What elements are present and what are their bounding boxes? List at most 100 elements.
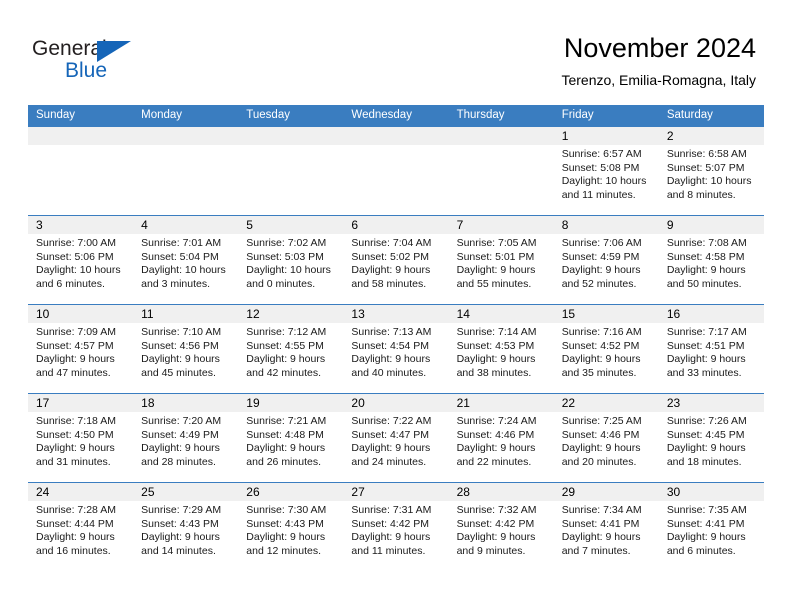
day-cell[interactable]: 12 Sunrise: 7:12 AM Sunset: 4:55 PM Dayl… [238, 305, 344, 393]
day-cell[interactable]: 25 Sunrise: 7:29 AM Sunset: 4:43 PM Dayl… [133, 483, 239, 571]
day-cell[interactable]: 28 Sunrise: 7:32 AM Sunset: 4:42 PM Dayl… [448, 483, 554, 571]
day-cell[interactable]: 29 Sunrise: 7:34 AM Sunset: 4:41 PM Dayl… [553, 483, 659, 571]
sunrise-text: Sunrise: 7:32 AM [456, 504, 537, 516]
daylight-text-line2: and 40 minutes. [351, 366, 427, 379]
calendar-week-row: 1 Sunrise: 6:57 AM Sunset: 5:08 PM Dayli… [28, 126, 764, 215]
day-cell[interactable]: 16 Sunrise: 7:17 AM Sunset: 4:51 PM Dayl… [658, 305, 764, 393]
daylight-text-line2: and 20 minutes. [561, 455, 637, 468]
day-cell[interactable]: 19 Sunrise: 7:21 AM Sunset: 4:48 PM Dayl… [238, 394, 344, 482]
sunset-text: Sunset: 4:46 PM [561, 428, 640, 441]
daylight-text-line1: Daylight: 9 hours [351, 442, 431, 454]
day-number: 9 [666, 218, 674, 232]
daylight-text-line2: and 24 minutes. [351, 455, 427, 468]
day-cell[interactable]: 2 Sunrise: 6:58 AM Sunset: 5:07 PM Dayli… [658, 127, 764, 215]
sunset-text: Sunset: 4:42 PM [351, 517, 430, 530]
day-cell[interactable]: 7 Sunrise: 7:05 AM Sunset: 5:01 PM Dayli… [448, 216, 554, 304]
daylight-text-line2: and 55 minutes. [456, 277, 532, 290]
day-cell[interactable]: 6 Sunrise: 7:04 AM Sunset: 5:02 PM Dayli… [343, 216, 449, 304]
day-cell[interactable]: 24 Sunrise: 7:28 AM Sunset: 4:44 PM Dayl… [28, 483, 134, 571]
day-cell[interactable]: 30 Sunrise: 7:35 AM Sunset: 4:41 PM Dayl… [658, 483, 764, 571]
calendar-week-row: 3 Sunrise: 7:00 AM Sunset: 5:06 PM Dayli… [28, 215, 764, 304]
day-cell[interactable]: 27 Sunrise: 7:31 AM Sunset: 4:42 PM Dayl… [343, 483, 449, 571]
daylight-text-line1: Daylight: 9 hours [561, 531, 641, 543]
weekday-header-thursday: Thursday [456, 109, 505, 121]
day-cell[interactable]: 10 Sunrise: 7:09 AM Sunset: 4:57 PM Dayl… [28, 305, 134, 393]
sunset-text: Sunset: 4:43 PM [141, 517, 219, 530]
daylight-text-line1: Daylight: 9 hours [351, 531, 431, 543]
sunset-text: Sunset: 5:08 PM [561, 161, 640, 174]
sunset-text: Sunset: 5:07 PM [666, 161, 745, 174]
day-number: 6 [351, 218, 359, 232]
daylight-text-line1: Daylight: 9 hours [666, 264, 746, 276]
daylight-text-line1: Daylight: 10 hours [36, 264, 121, 276]
calendar-grid: Sunday Monday Tuesday Wednesday Thursday… [28, 105, 764, 571]
day-cell[interactable]: 4 Sunrise: 7:01 AM Sunset: 5:04 PM Dayli… [133, 216, 239, 304]
weekday-header-tuesday: Tuesday [246, 109, 290, 121]
sunrise-text: Sunrise: 7:18 AM [36, 415, 116, 427]
day-number: 29 [561, 485, 576, 499]
sunset-text: Sunset: 4:44 PM [36, 517, 114, 530]
day-number: 27 [351, 485, 365, 499]
daylight-text-line1: Daylight: 10 hours [141, 264, 226, 276]
day-cell[interactable]: 9 Sunrise: 7:08 AM Sunset: 4:58 PM Dayli… [658, 216, 764, 304]
day-cell[interactable]: 5 Sunrise: 7:02 AM Sunset: 5:03 PM Dayli… [238, 216, 344, 304]
logo-text-blue: Blue [65, 59, 108, 82]
sunset-text: Sunset: 5:03 PM [246, 250, 324, 263]
day-number: 21 [456, 396, 470, 410]
daylight-text-line2: and 6 minutes. [666, 544, 736, 557]
sunset-text: Sunset: 4:49 PM [141, 428, 219, 441]
daylight-text-line2: and 9 minutes. [456, 544, 526, 557]
day-cell-empty [133, 127, 239, 215]
day-cell[interactable]: 15 Sunrise: 7:16 AM Sunset: 4:52 PM Dayl… [553, 305, 659, 393]
day-cell[interactable]: 1 Sunrise: 6:57 AM Sunset: 5:08 PM Dayli… [553, 127, 659, 215]
day-cell[interactable]: 14 Sunrise: 7:14 AM Sunset: 4:53 PM Dayl… [448, 305, 554, 393]
day-cell[interactable]: 23 Sunrise: 7:26 AM Sunset: 4:45 PM Dayl… [658, 394, 764, 482]
sunset-text: Sunset: 4:45 PM [666, 428, 745, 441]
sunset-text: Sunset: 5:01 PM [456, 250, 535, 263]
day-cell[interactable]: 26 Sunrise: 7:30 AM Sunset: 4:43 PM Dayl… [238, 483, 344, 571]
sunrise-text: Sunrise: 7:25 AM [561, 415, 642, 427]
generalblue-logo[interactable]: General Blue [32, 38, 152, 84]
daylight-text-line1: Daylight: 9 hours [456, 442, 536, 454]
day-cell[interactable]: 20 Sunrise: 7:22 AM Sunset: 4:47 PM Dayl… [343, 394, 449, 482]
day-number: 14 [456, 307, 470, 321]
day-cell[interactable]: 21 Sunrise: 7:24 AM Sunset: 4:46 PM Dayl… [448, 394, 554, 482]
sunset-text: Sunset: 4:58 PM [666, 250, 745, 263]
daylight-text-line1: Daylight: 9 hours [246, 442, 326, 454]
sunrise-text: Sunrise: 7:29 AM [141, 504, 222, 516]
daylight-text-line2: and 45 minutes. [141, 366, 216, 379]
day-cell[interactable]: 17 Sunrise: 7:18 AM Sunset: 4:50 PM Dayl… [28, 394, 134, 482]
daylight-text-line2: and 28 minutes. [141, 455, 216, 468]
sunset-text: Sunset: 4:48 PM [246, 428, 324, 441]
day-number: 3 [36, 218, 43, 232]
sunset-text: Sunset: 5:04 PM [141, 250, 219, 263]
sunset-text: Sunset: 4:59 PM [561, 250, 640, 263]
day-number: 15 [561, 307, 576, 321]
sunrise-text: Sunrise: 7:34 AM [561, 504, 642, 516]
day-number: 24 [36, 485, 50, 499]
daylight-text-line2: and 31 minutes. [36, 455, 111, 468]
day-cell[interactable]: 11 Sunrise: 7:10 AM Sunset: 4:56 PM Dayl… [133, 305, 239, 393]
daylight-text-line1: Daylight: 10 hours [246, 264, 331, 276]
day-cell[interactable]: 8 Sunrise: 7:06 AM Sunset: 4:59 PM Dayli… [553, 216, 659, 304]
day-cell[interactable]: 18 Sunrise: 7:20 AM Sunset: 4:49 PM Dayl… [133, 394, 239, 482]
day-number: 8 [561, 218, 569, 232]
sunrise-text: Sunrise: 7:05 AM [456, 237, 537, 249]
daylight-text-line1: Daylight: 9 hours [141, 531, 220, 543]
sunset-text: Sunset: 4:55 PM [246, 339, 324, 352]
daylight-text-line2: and 42 minutes. [246, 366, 321, 379]
calendar-page: General Blue November 2024 Terenzo, Emil… [0, 0, 792, 612]
sunset-text: Sunset: 4:41 PM [666, 517, 745, 530]
sunrise-text: Sunrise: 7:09 AM [36, 326, 116, 338]
weekday-header-row: Sunday Monday Tuesday Wednesday Thursday… [28, 105, 764, 126]
daylight-text-line1: Daylight: 9 hours [36, 353, 115, 365]
daylight-text-line1: Daylight: 9 hours [666, 353, 746, 365]
daylight-text-line1: Daylight: 9 hours [561, 264, 641, 276]
calendar-week-row: 24 Sunrise: 7:28 AM Sunset: 4:44 PM Dayl… [28, 482, 764, 571]
day-cell[interactable]: 3 Sunrise: 7:00 AM Sunset: 5:06 PM Dayli… [28, 216, 134, 304]
day-cell[interactable]: 13 Sunrise: 7:13 AM Sunset: 4:54 PM Dayl… [343, 305, 449, 393]
sunrise-text: Sunrise: 6:57 AM [561, 148, 642, 160]
day-number: 11 [141, 307, 154, 321]
day-number: 22 [561, 396, 576, 410]
day-cell[interactable]: 22 Sunrise: 7:25 AM Sunset: 4:46 PM Dayl… [553, 394, 659, 482]
